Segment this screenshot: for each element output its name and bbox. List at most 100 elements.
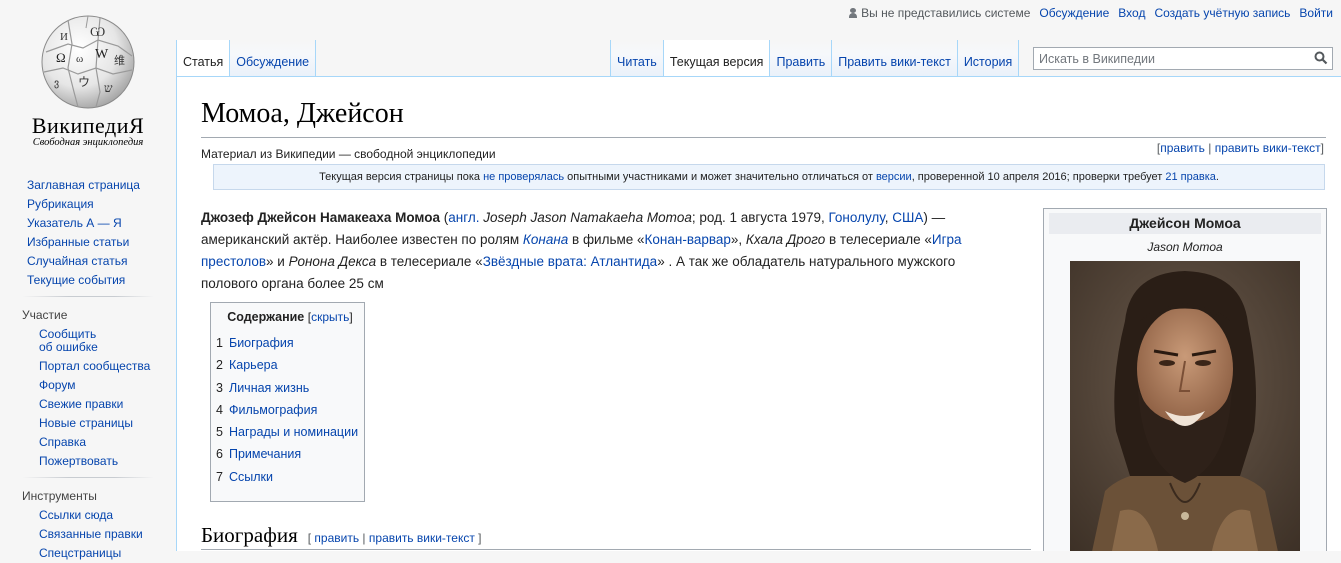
toc-list: 1 Биография 2 Карьера 3 Личная жизнь 4 Фильм… (211, 332, 364, 488)
sidebar-item-special-pages[interactable]: Спецстраницы (39, 546, 121, 560)
sidebar-item-forum[interactable]: Форум (39, 378, 75, 392)
toc-link-notes[interactable]: Примечания (229, 447, 301, 461)
notice-text-3: , проверенной 10 апреля 2016; проверки т… (911, 171, 1166, 183)
toc-link-biography[interactable]: Биография (229, 336, 294, 350)
title-edit-link[interactable]: править (1160, 141, 1205, 155)
series-sga-link[interactable]: Звёздные врата: Атлантида (483, 254, 658, 269)
sidebar-item-featured[interactable]: Избранные статьи (27, 235, 129, 249)
title-divider (201, 137, 1326, 138)
svg-text:维: 维 (114, 54, 125, 67)
film-conan-link[interactable]: Конан-варвар (645, 232, 731, 247)
role-conan-link[interactable]: Конана (523, 232, 568, 247)
user-icon (849, 8, 858, 18)
toc-item[interactable]: 3 Личная жизнь (216, 377, 364, 399)
lead-text: в телесериале « (376, 254, 483, 269)
sidebar-divider (22, 477, 154, 478)
svg-text:И: И (60, 31, 68, 43)
notice-unchecked-link[interactable]: не проверялась (483, 171, 564, 183)
toc-item[interactable]: 2 Карьера (216, 354, 364, 376)
namespace-tabs: Статья Обсуждение (176, 40, 317, 76)
portrait-photo[interactable] (1070, 261, 1300, 551)
sidebar-item-recent-changes[interactable]: Свежие правки (39, 397, 123, 411)
toc-item[interactable]: 1 Биография (216, 332, 364, 354)
sidebar-item-new-pages[interactable]: Новые страницы (39, 416, 133, 430)
page-title: Момоа, Джейсон (201, 98, 404, 129)
toc-hide-link[interactable]: скрыть (311, 310, 349, 324)
participation-heading: Участие (22, 308, 68, 322)
notice-text-4: . (1215, 171, 1219, 183)
tab-article[interactable]: Статья (176, 40, 230, 76)
tab-article-label: Статья (183, 55, 224, 69)
personal-logout-link[interactable]: Войти (1299, 6, 1333, 20)
toc-link-filmography[interactable]: Фильмография (229, 403, 317, 417)
svg-text:ש: ש (104, 81, 113, 95)
notice-version-link[interactable]: версии (876, 171, 912, 183)
lead-text: в телесериале « (825, 232, 932, 247)
personal-tools: Вы не представились системе Обсуждение В… (849, 6, 1333, 20)
content-area: Момоа, Джейсон Материал из Википедии — с… (176, 76, 1341, 551)
toc-item[interactable]: 5 Награды и номинации (216, 421, 364, 443)
toc-item[interactable]: 4 Фильмография (216, 399, 364, 421)
sidebar-item-index[interactable]: Указатель А — Я (27, 216, 122, 230)
sidebar-item-donate[interactable]: Пожертвовать (39, 454, 118, 468)
sidebar-item-what-links-here[interactable]: Ссылки сюда (39, 508, 113, 522)
site-subtitle: Материал из Википедии — свободной энцикл… (201, 147, 496, 161)
toc-number: 6 (216, 447, 223, 462)
tab-history[interactable]: История (956, 40, 1020, 76)
tab-edit-label: Править (776, 55, 826, 69)
country-link[interactable]: США (892, 210, 923, 225)
tab-edit-source-label: Править вики-текст (838, 55, 951, 69)
anon-status: Вы не представились системе (849, 6, 1030, 20)
search-input[interactable] (1034, 48, 1299, 69)
svg-text:ウ: ウ (78, 75, 90, 89)
toc-link-links[interactable]: Ссылки (229, 470, 273, 484)
lead-text: ( (440, 210, 449, 225)
view-tabs: Читать Текущая версия Править Править ви… (610, 40, 1020, 76)
toc-number: 1 (216, 336, 223, 350)
sidebar-item-categories[interactable]: Рубрикация (27, 197, 94, 211)
section-heading-text: Биография (201, 523, 298, 547)
sidebar-item-related-changes[interactable]: Связанные правки (39, 527, 143, 541)
toc-link-awards[interactable]: Награды и номинации (229, 425, 358, 439)
sidebar: Заглавная страница Рубрикация Указатель … (0, 176, 176, 563)
lang-link[interactable]: англ. (448, 210, 479, 225)
lead-text: », (730, 232, 746, 247)
sidebar-item-main-page[interactable]: Заглавная страница (27, 178, 140, 192)
create-account-link[interactable]: Создать учётную запись (1154, 6, 1290, 20)
toc-item[interactable]: 6 Примечания (216, 443, 364, 465)
sidebar-item-random[interactable]: Случайная статья (27, 254, 127, 268)
section-edit-link[interactable]: править (314, 531, 359, 545)
wikipedia-logo[interactable]: Ѡ И W Ω ω 维 ウ ש ვ ВикипедиЯ Свободная эн… (0, 0, 176, 160)
section-edit-wiki-link[interactable]: править вики-текст (369, 531, 475, 545)
personal-login-link[interactable]: Вход (1118, 6, 1145, 20)
toc-title: Содержание (227, 310, 305, 324)
toc-number: 4 (216, 402, 223, 417)
personal-talk-link[interactable]: Обсуждение (1039, 6, 1109, 20)
sidebar-divider (22, 296, 154, 297)
search-icon[interactable] (1314, 51, 1328, 65)
title-edit-links: [править | править вики-текст] (1156, 141, 1324, 155)
city-link[interactable]: Гонолулу (828, 210, 884, 225)
svg-text:W: W (95, 47, 109, 62)
tab-talk[interactable]: Обсуждение (229, 40, 317, 76)
sidebar-item-community-portal[interactable]: Портал сообщества (39, 359, 150, 373)
sidebar-item-current-events[interactable]: Текущие события (27, 273, 125, 287)
sidebar-participation: Участие Сообщить об ошибке Портал сообще… (0, 296, 176, 471)
tab-current-version[interactable]: Текущая версия (662, 40, 770, 76)
sidebar-item-help[interactable]: Справка (39, 435, 86, 449)
lead-paragraph: Джозеф Джейсон Намакеаха Момоа (англ. Jo… (201, 207, 1001, 295)
title-edit-wiki-link[interactable]: править вики-текст (1215, 141, 1321, 155)
tools-heading: Инструменты (22, 489, 97, 503)
infobox-title: Джейсон Момоа (1049, 213, 1321, 234)
toc-link-career[interactable]: Карьера (229, 358, 278, 372)
sidebar-item-report-error[interactable]: Сообщить об ошибке (39, 328, 109, 354)
toc-item[interactable]: 7 Ссылки (216, 466, 364, 488)
tab-edit-source[interactable]: Править вики-текст (831, 40, 957, 76)
wikipedia-globe-logo: Ѡ И W Ω ω 维 ウ ש ვ (41, 15, 135, 109)
notice-edits-link[interactable]: 21 правка (1165, 171, 1216, 183)
tab-edit[interactable]: Править (769, 40, 832, 76)
tab-read[interactable]: Читать (610, 40, 663, 76)
toc-link-personal-life[interactable]: Личная жизнь (229, 381, 309, 395)
toc-number: 3 (216, 380, 223, 395)
toc-number: 2 (216, 358, 223, 373)
